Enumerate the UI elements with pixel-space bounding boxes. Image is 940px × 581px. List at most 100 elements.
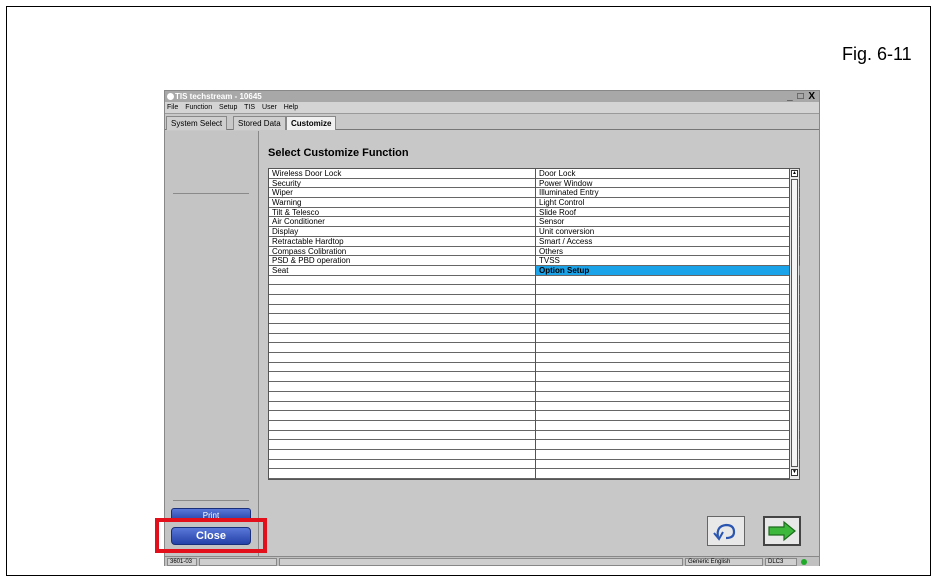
- empty-row: [269, 343, 535, 354]
- menu-function[interactable]: Function: [185, 104, 212, 111]
- connection-status-icon: [801, 559, 807, 565]
- empty-row: [269, 469, 535, 479]
- window-controls[interactable]: _ □ X: [787, 91, 816, 102]
- arrow-right-icon: [768, 520, 796, 542]
- empty-row: [269, 402, 535, 412]
- empty-row: [536, 276, 800, 286]
- function-column-left: Wireless Door Lock Security Wiper Warning Ti…: [269, 169, 535, 479]
- empty-row: [269, 334, 535, 344]
- empty-row: [536, 285, 800, 295]
- function-item-left[interactable]: Wireless Door Lock: [269, 169, 535, 179]
- function-item-right[interactable]: Others: [536, 247, 800, 257]
- function-item-left[interactable]: Air Conditioner: [269, 217, 535, 228]
- empty-row: [536, 324, 800, 334]
- empty-row: [269, 353, 535, 363]
- menu-file[interactable]: File: [167, 104, 178, 111]
- function-item-left[interactable]: Seat: [269, 266, 535, 276]
- function-item-right[interactable]: Power Window: [536, 179, 800, 189]
- tab-stored-data[interactable]: Stored Data: [233, 116, 286, 130]
- next-button[interactable]: [763, 516, 801, 546]
- tab-bar: System Select Stored Data Customize: [165, 114, 819, 130]
- empty-row: [536, 411, 800, 421]
- function-item-left[interactable]: Tilt & Telesco: [269, 208, 535, 218]
- empty-row: [269, 324, 535, 334]
- function-item-right[interactable]: Option Setup: [536, 265, 800, 276]
- empty-row: [536, 431, 800, 441]
- function-item-left[interactable]: Security: [269, 179, 535, 189]
- status-field: [199, 558, 277, 566]
- empty-row: [536, 450, 800, 460]
- figure-label: Fig. 6-11: [842, 44, 912, 64]
- tab-customize[interactable]: Customize: [286, 116, 337, 130]
- status-bar: 3601-03 Generic English DLC3: [165, 556, 819, 566]
- section-title: Select Customize Function: [268, 147, 409, 159]
- empty-row: [269, 372, 535, 383]
- status-code: 3601-03: [167, 558, 197, 566]
- function-item-left[interactable]: Retractable Hardtop: [269, 237, 535, 247]
- empty-row: [269, 450, 535, 460]
- empty-row: [536, 353, 800, 363]
- empty-row: [269, 382, 535, 392]
- function-item-right[interactable]: Door Lock: [536, 169, 800, 179]
- status-connection: DLC3: [765, 558, 797, 566]
- tab-system-select[interactable]: System Select: [166, 116, 228, 130]
- function-item-left[interactable]: PSD & PBD operation: [269, 256, 535, 266]
- window-title: TIS techstream - 10645: [175, 92, 262, 101]
- customize-function-list: Wireless Door Lock Security Wiper Warning Ti…: [268, 168, 800, 480]
- empty-row: [269, 392, 535, 402]
- sidebar: Print Close: [165, 131, 259, 556]
- undo-arrow-icon: [713, 523, 736, 541]
- title-bar: TIS techstream - 10645 _ □ X: [165, 91, 819, 102]
- sidebar-divider: [173, 500, 249, 501]
- function-item-left[interactable]: Wiper: [269, 188, 535, 199]
- function-item-right[interactable]: Sensor: [536, 217, 800, 228]
- empty-row: [269, 295, 535, 305]
- menu-help[interactable]: Help: [284, 104, 298, 111]
- empty-row: [269, 276, 535, 286]
- empty-row: [536, 334, 800, 344]
- function-column-right: Door Lock Power Window Illuminated Entry Li…: [535, 169, 800, 479]
- scroll-up-icon[interactable]: ▲: [791, 170, 798, 177]
- function-item-right[interactable]: Unit conversion: [536, 227, 800, 237]
- empty-row: [269, 285, 535, 295]
- empty-row: [536, 421, 800, 431]
- menu-setup[interactable]: Setup: [219, 104, 237, 111]
- function-item-right[interactable]: Slide Roof: [536, 208, 800, 218]
- function-item-left[interactable]: Display: [269, 227, 535, 237]
- empty-row: [269, 421, 535, 431]
- empty-row: [269, 431, 535, 441]
- empty-row: [536, 343, 800, 354]
- empty-row: [536, 295, 800, 305]
- empty-row: [269, 305, 535, 315]
- function-item-right[interactable]: TVSS: [536, 256, 800, 266]
- menu-bar: File Function Setup TIS User Help: [165, 102, 819, 114]
- function-item-right[interactable]: Illuminated Entry: [536, 188, 800, 199]
- empty-row: [536, 402, 800, 412]
- empty-row: [536, 469, 800, 479]
- empty-row: [269, 460, 535, 470]
- function-item-left[interactable]: Compass Colibration: [269, 247, 535, 257]
- empty-row: [536, 440, 800, 450]
- empty-row: [536, 382, 800, 392]
- empty-row: [536, 363, 800, 373]
- function-item-right[interactable]: Smart / Access: [536, 237, 800, 247]
- sidebar-divider: [173, 193, 249, 194]
- empty-row: [536, 392, 800, 402]
- status-language: Generic English: [685, 558, 763, 566]
- list-scrollbar[interactable]: ▲ ▼: [789, 169, 799, 479]
- scroll-down-icon[interactable]: ▼: [791, 469, 798, 476]
- empty-row: [269, 363, 535, 373]
- app-icon: [167, 93, 174, 100]
- empty-row: [269, 314, 535, 324]
- empty-row: [269, 411, 535, 421]
- empty-row: [536, 460, 800, 470]
- menu-tis[interactable]: TIS: [244, 104, 255, 111]
- menu-user[interactable]: User: [262, 104, 277, 111]
- function-item-left[interactable]: Warning: [269, 198, 535, 208]
- empty-row: [536, 305, 800, 315]
- empty-row: [536, 372, 800, 383]
- scroll-thumb[interactable]: [791, 179, 798, 467]
- back-button[interactable]: [707, 516, 745, 546]
- status-message: [279, 558, 683, 566]
- function-item-right[interactable]: Light Control: [536, 198, 800, 208]
